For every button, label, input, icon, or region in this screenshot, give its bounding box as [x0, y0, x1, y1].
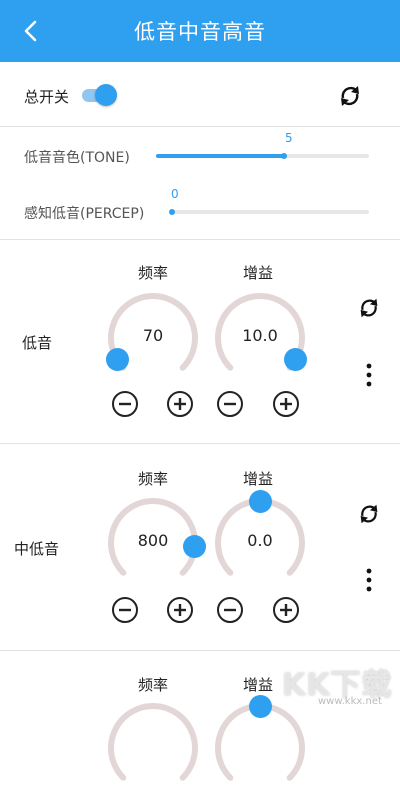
- gain-dial-thumb[interactable]: [248, 489, 272, 513]
- freq-minus-button[interactable]: [111, 390, 139, 418]
- tone-slider-fill: [156, 154, 284, 158]
- freq-heading: 频率: [137, 264, 168, 282]
- master-refresh-button[interactable]: [335, 81, 365, 111]
- tone-label: 低音音色(TONE): [24, 150, 130, 166]
- freq-dial[interactable]: 800: [105, 495, 207, 591]
- band-reset-button[interactable]: [354, 499, 384, 529]
- gain-dial[interactable]: 0.0: [212, 489, 308, 591]
- gain-heading: 增益: [242, 470, 273, 488]
- gain-minus-button[interactable]: [216, 390, 244, 418]
- gain-dial[interactable]: [212, 694, 308, 796]
- tone-slider[interactable]: [156, 153, 369, 159]
- divider: [0, 650, 400, 651]
- freq-dial-thumb[interactable]: [105, 348, 129, 372]
- freq-dial[interactable]: 70: [105, 290, 201, 386]
- more-options-icon[interactable]: [359, 567, 379, 593]
- page-title: 低音中音高音: [134, 20, 266, 44]
- app-header: 低音中音高音: [0, 0, 400, 62]
- divider: [0, 443, 400, 444]
- gain-dial[interactable]: 10.0: [212, 290, 308, 386]
- gain-dial-thumb[interactable]: [248, 694, 272, 718]
- freq-dial-thumb[interactable]: [183, 534, 207, 558]
- more-options-icon[interactable]: [359, 362, 379, 388]
- gain-heading: 增益: [242, 264, 273, 282]
- toggle-knob: [95, 84, 117, 106]
- freq-dial[interactable]: [105, 700, 201, 796]
- freq-plus-button[interactable]: [166, 596, 194, 624]
- tone-value: 5: [285, 131, 293, 145]
- master-switch-label: 总开关: [24, 88, 70, 106]
- freq-plus-button[interactable]: [166, 390, 194, 418]
- freq-minus-button[interactable]: [111, 596, 139, 624]
- band-reset-button[interactable]: [354, 293, 384, 323]
- refresh-icon: [360, 504, 378, 524]
- freq-heading: 频率: [137, 470, 168, 488]
- freq-heading: 频率: [137, 676, 168, 694]
- divider: [0, 239, 400, 240]
- gain-value: 10.0: [242, 326, 278, 345]
- gain-value: 0.0: [247, 531, 273, 550]
- back-button[interactable]: [14, 14, 48, 48]
- band-label: 低音: [22, 334, 53, 352]
- freq-value: 70: [142, 326, 164, 345]
- refresh-icon: [360, 298, 378, 318]
- refresh-icon: [341, 86, 359, 106]
- gain-plus-button[interactable]: [272, 390, 300, 418]
- divider: [0, 126, 400, 127]
- percep-value: 0: [171, 187, 179, 201]
- tone-slider-thumb[interactable]: [280, 153, 287, 159]
- watermark-url: www.kkx.net: [318, 696, 382, 707]
- percep-slider-thumb[interactable]: [169, 209, 175, 215]
- dial-arc: [108, 703, 198, 781]
- master-switch-toggle[interactable]: [80, 83, 118, 107]
- back-chevron-icon: [24, 20, 37, 42]
- band-label: 中低音: [14, 540, 60, 558]
- gain-plus-button[interactable]: [272, 596, 300, 624]
- percep-label: 感知低音(PERCEP): [24, 206, 145, 222]
- gain-minus-button[interactable]: [216, 596, 244, 624]
- percep-slider[interactable]: [169, 209, 369, 215]
